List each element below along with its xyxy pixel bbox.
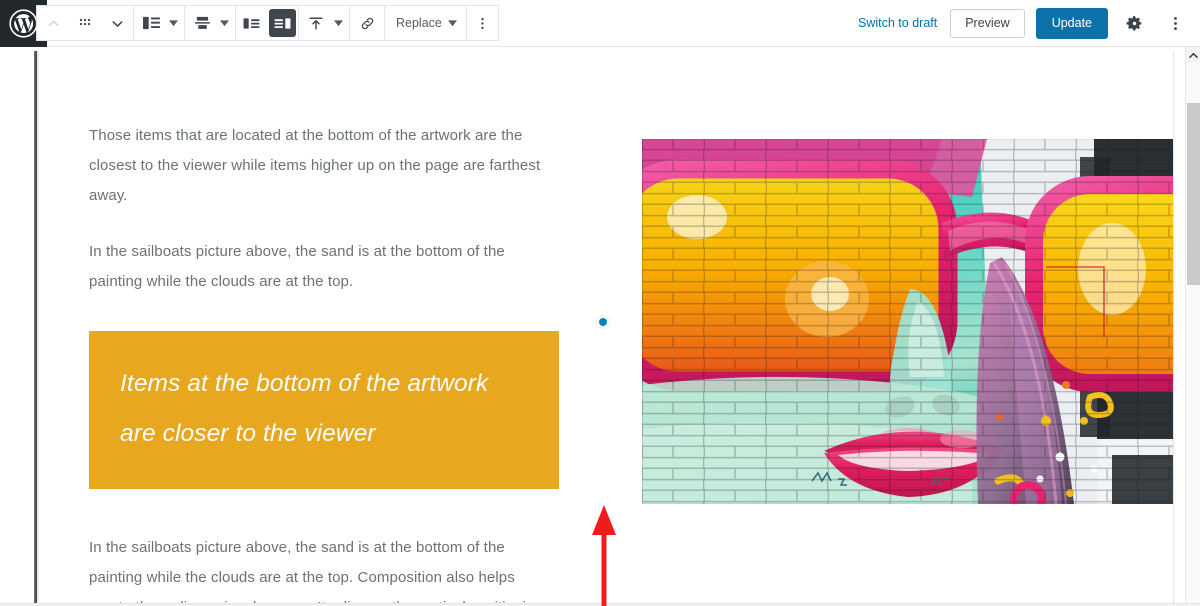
block-type-media-text-icon[interactable] bbox=[134, 15, 168, 31]
media-image[interactable] bbox=[642, 139, 1173, 504]
align-top-icon[interactable] bbox=[299, 15, 333, 32]
paragraph-block[interactable]: In the sailboats picture above, the sand… bbox=[89, 533, 559, 606]
image-align-group bbox=[299, 6, 350, 40]
scroll-up-arrow-icon[interactable] bbox=[1186, 47, 1200, 63]
show-media-on-left-icon[interactable] bbox=[236, 6, 267, 40]
vertical-scroll-thumb[interactable] bbox=[1187, 103, 1200, 285]
show-media-on-right-icon[interactable] bbox=[269, 9, 296, 37]
switch-to-draft-button[interactable]: Switch to draft bbox=[856, 12, 939, 34]
quote-block[interactable]: Items at the bottom of the artwork are c… bbox=[89, 331, 559, 489]
replace-group: Replace bbox=[385, 6, 467, 40]
chevron-down-icon[interactable] bbox=[168, 19, 184, 27]
vertical-align-center-icon[interactable] bbox=[185, 15, 219, 31]
block-type-switcher-group bbox=[134, 6, 185, 40]
drag-handle-dots-icon[interactable] bbox=[69, 6, 101, 40]
top-bar-actions: Switch to draft Preview Update bbox=[856, 7, 1200, 39]
chevron-up-icon[interactable] bbox=[37, 6, 69, 40]
vertical-scrollbar[interactable] bbox=[1185, 47, 1200, 606]
media-text-content-column: Those items that are located at the bott… bbox=[89, 121, 609, 606]
preview-button[interactable]: Preview bbox=[950, 8, 1025, 38]
chevron-down-icon[interactable] bbox=[101, 6, 133, 40]
paragraph-block[interactable]: Those items that are located at the bott… bbox=[89, 121, 559, 211]
link-icon[interactable] bbox=[350, 6, 384, 40]
wordpress-block-editor-window: Template Library Switch to draft Preview… bbox=[0, 0, 1200, 606]
paragraph-block[interactable]: In the sailboats picture above, the sand… bbox=[89, 237, 559, 297]
quote-text[interactable]: Items at the bottom of the artwork are c… bbox=[120, 359, 528, 459]
replace-button[interactable]: Replace bbox=[385, 6, 466, 40]
chevron-down-icon bbox=[447, 16, 457, 30]
update-button[interactable]: Update bbox=[1035, 7, 1108, 39]
block-more-options-group bbox=[467, 6, 498, 40]
red-double-headed-vertical-arrow-annotation bbox=[588, 505, 620, 606]
chevron-down-icon[interactable] bbox=[219, 19, 235, 27]
media-position-group bbox=[236, 6, 299, 40]
block-toolbar: Replace bbox=[36, 5, 499, 41]
link-group bbox=[350, 6, 385, 40]
gear-icon[interactable] bbox=[1119, 8, 1149, 38]
vertical-alignment-group bbox=[185, 6, 236, 40]
ellipsis-vertical-icon[interactable] bbox=[467, 6, 498, 40]
image-resize-handle-left[interactable] bbox=[597, 316, 609, 328]
ellipsis-vertical-icon[interactable] bbox=[1160, 8, 1190, 38]
block-mover-group bbox=[37, 6, 134, 40]
chevron-down-icon[interactable] bbox=[333, 19, 349, 27]
editor-body: Those items that are located at the bott… bbox=[0, 47, 1200, 606]
replace-label: Replace bbox=[396, 16, 442, 30]
